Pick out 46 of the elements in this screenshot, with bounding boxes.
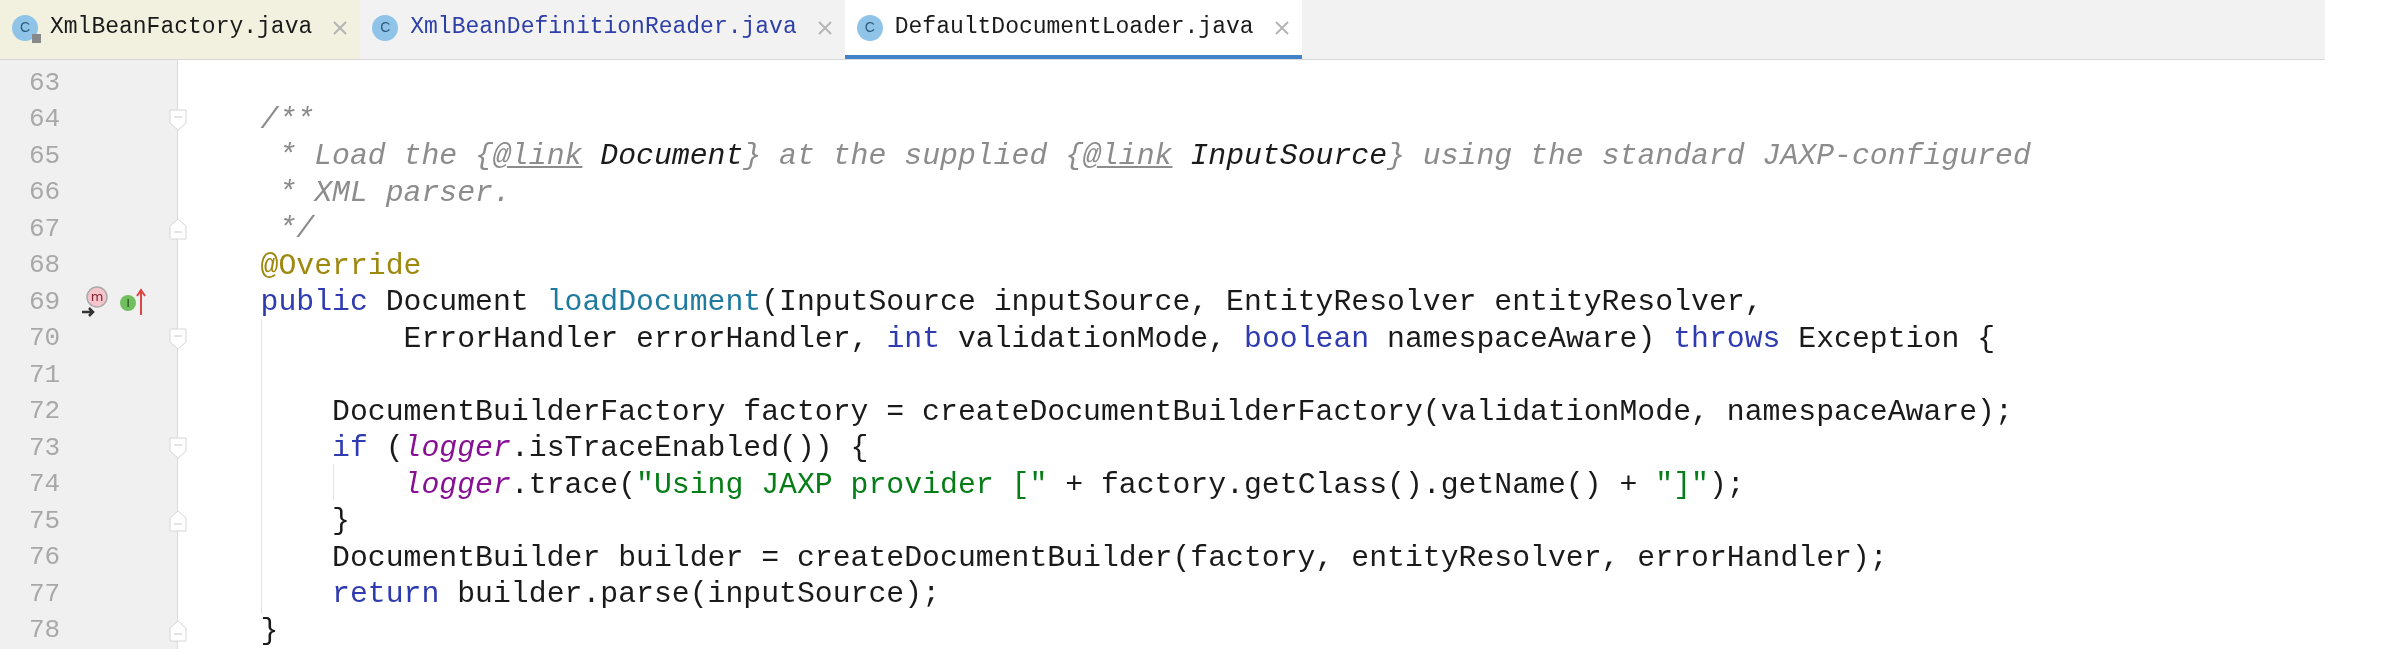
fold-marker-icon[interactable] xyxy=(169,218,187,240)
line-number: 67 xyxy=(28,212,62,246)
close-icon[interactable] xyxy=(816,19,833,36)
line-number: 78 xyxy=(28,614,62,648)
code-line: logger.trace("Using JAXP provider [" + factory.getClass().getName() + "]"); xyxy=(402,466,1745,503)
fold-marker-icon[interactable] xyxy=(169,108,187,131)
line-number: 68 xyxy=(28,249,62,283)
line-number: 66 xyxy=(28,176,62,210)
code-line: if (logger.isTraceEnabled()) { xyxy=(331,430,869,467)
line-number: 63 xyxy=(28,66,62,100)
code-line: } xyxy=(331,503,350,540)
code-line: @Override xyxy=(259,247,422,284)
code-line: * Load the {@link Document} at the supplied {@link InputSource} using the standard JAXP-configured xyxy=(277,138,2031,175)
code-line: DocumentBuilderFactory factory = createDocumentBuilderFactory(validationMode, namespaceAware); xyxy=(331,393,2013,430)
code-line: return builder.parse(inputSource); xyxy=(331,576,940,613)
close-icon[interactable] xyxy=(1273,19,1290,36)
code-line: /** xyxy=(259,101,315,138)
tab-label: DefaultDocumentLoader.java xyxy=(894,13,1254,43)
editor-tab[interactable]: C XmlBeanFactory.java xyxy=(0,0,361,59)
class-file-icon: C xyxy=(12,14,38,41)
code-line: public Document loadDocument(InputSource inputSource, EntityResolver entityResolver, xyxy=(259,284,1763,321)
line-number: 75 xyxy=(28,504,62,538)
line-number: 72 xyxy=(28,395,62,429)
line-number: 77 xyxy=(28,577,62,611)
editor-tab[interactable]: C DefaultDocumentLoader.java xyxy=(844,0,1302,59)
line-number: 73 xyxy=(28,431,62,465)
close-icon[interactable] xyxy=(332,19,349,36)
line-number: 74 xyxy=(28,468,62,502)
fold-marker-icon[interactable] xyxy=(169,327,187,350)
class-file-icon: C xyxy=(856,14,883,41)
line-number: 70 xyxy=(28,322,62,356)
line-number: 69 xyxy=(28,285,62,319)
fold-marker-icon[interactable] xyxy=(169,510,187,532)
code-line: * XML parser. xyxy=(277,174,511,211)
tab-label: XmlBeanDefinitionReader.java xyxy=(410,13,797,43)
line-number: 76 xyxy=(28,541,62,575)
line-number: 71 xyxy=(28,358,62,392)
tab-label: XmlBeanFactory.java xyxy=(50,13,313,43)
class-file-icon: C xyxy=(372,14,399,41)
code-line: */ xyxy=(277,211,315,248)
code-line: } xyxy=(259,612,279,649)
code-line: ErrorHandler errorHandler, int validationMode, boolean namespaceAware) throws Exception { xyxy=(402,320,1996,357)
fold-marker-icon[interactable] xyxy=(169,437,187,459)
code-line: DocumentBuilder builder = createDocumentBuilder(factory, entityResolver, errorHandler); xyxy=(331,539,1888,576)
line-number: 64 xyxy=(28,103,62,137)
line-number: 65 xyxy=(28,139,62,173)
